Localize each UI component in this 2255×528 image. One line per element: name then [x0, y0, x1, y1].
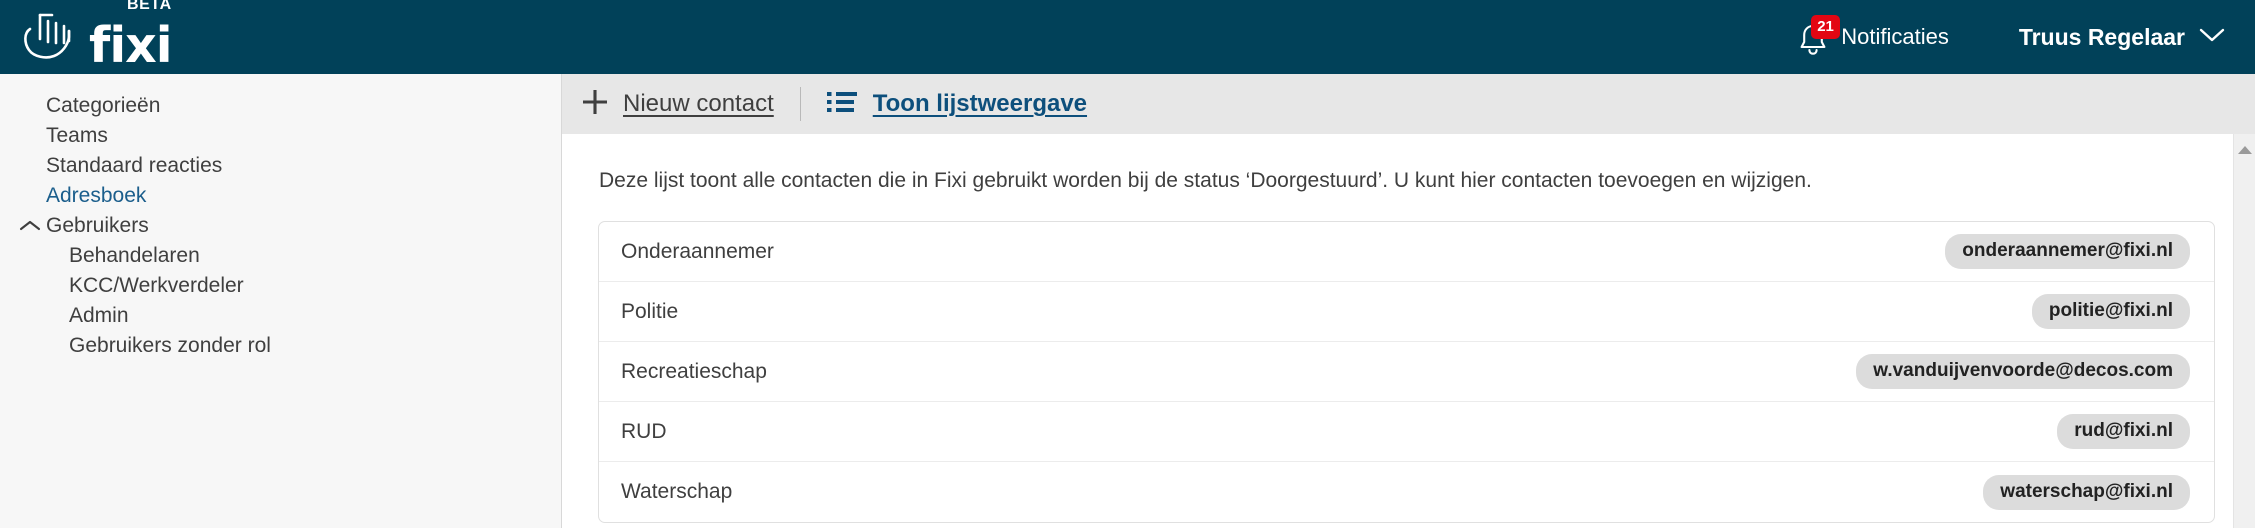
main-panel: Nieuw contact Toon lijstweergave Deze li… — [562, 74, 2255, 528]
toolbar-divider — [799, 87, 801, 121]
contact-email-badge: rud@fixi.nl — [2057, 414, 2190, 449]
content-toolbar: Nieuw contact Toon lijstweergave — [562, 74, 2255, 134]
sidebar-item-label: KCC/Werkverdeler — [69, 274, 244, 297]
brand-name: fixi — [89, 16, 173, 74]
list-view-icon — [826, 90, 857, 119]
chevron-up-icon[interactable] — [19, 214, 41, 238]
show-list-view-button[interactable]: Toon lijstweergave — [821, 74, 1093, 134]
sidebar-item-label: Gebruikers zonder rol — [69, 334, 271, 357]
page-description: Deze lijst toont alle contacten die in F… — [599, 169, 1812, 192]
contact-name: Politie — [621, 299, 679, 323]
notifications-label: Notificaties — [1841, 24, 1949, 49]
content-area: Deze lijst toont alle contacten die in F… — [562, 134, 2255, 528]
bell-icon: 21 — [1796, 15, 1840, 57]
hand-logo-icon — [18, 9, 80, 66]
sidebar-item-kcc-werkverdeler[interactable]: KCC/Werkverdeler — [0, 271, 561, 301]
contact-name: Recreatieschap — [621, 359, 767, 383]
contact-name: Onderaannemer — [621, 239, 774, 263]
sidebar-item-gebruikers-zonder-rol[interactable]: Gebruikers zonder rol — [0, 331, 561, 361]
sidebar-item-standaard-reacties[interactable]: Standaard reacties — [0, 151, 561, 181]
brand-logo[interactable]: BETA fixi — [18, 0, 173, 74]
chevron-down-icon — [2199, 27, 2225, 48]
contact-email-badge: waterschap@fixi.nl — [1983, 474, 2190, 510]
show-list-view-label: Toon lijstweergave — [872, 90, 1088, 117]
new-contact-label: Nieuw contact — [623, 90, 774, 117]
user-menu-button[interactable]: Truus Regelaar — [2019, 24, 2225, 51]
contact-list: Onderaannemer onderaannemer@fixi.nl Poli… — [598, 221, 2215, 523]
table-row[interactable]: Waterschap waterschap@fixi.nl — [599, 462, 2214, 522]
brand-wordmark: BETA fixi — [89, 0, 173, 74]
sidebar-item-label: Categorieën — [46, 94, 161, 117]
contact-email-badge: politie@fixi.nl — [2031, 294, 2190, 329]
notification-count-badge: 21 — [1811, 15, 1840, 39]
sidebar-nav: Categorieën Teams Standaard reacties Adr… — [0, 74, 562, 528]
body-container: Categorieën Teams Standaard reacties Adr… — [0, 74, 2255, 528]
notifications-button[interactable]: 21 Notificaties — [1790, 15, 1955, 57]
new-contact-button[interactable]: Nieuw contact — [574, 74, 780, 134]
contact-email-badge: w.vanduijvenvoorde@decos.com — [1856, 354, 2190, 389]
user-name: Truus Regelaar — [2018, 23, 2185, 50]
sidebar-item-behandelaren[interactable]: Behandelaren — [0, 241, 561, 271]
beta-tag: BETA — [127, 0, 172, 13]
sidebar-item-label: Standaard reacties — [46, 154, 223, 177]
sidebar-item-adresboek[interactable]: Adresboek — [0, 181, 561, 211]
sidebar-item-label: Behandelaren — [69, 244, 200, 267]
sidebar-item-label: Admin — [69, 304, 129, 327]
vertical-scrollbar[interactable] — [2233, 134, 2255, 528]
sidebar-item-teams[interactable]: Teams — [0, 121, 561, 151]
table-row[interactable]: Onderaannemer onderaannemer@fixi.nl — [599, 222, 2214, 282]
top-header-bar: BETA fixi 21 Notificaties Truus Regelaar — [0, 0, 2255, 74]
sidebar-item-admin[interactable]: Admin — [0, 301, 561, 331]
header-right-group: 21 Notificaties Truus Regelaar — [1790, 0, 2255, 74]
scroll-up-arrow-icon[interactable] — [2237, 142, 2253, 160]
table-row[interactable]: Recreatieschap w.vanduijvenvoorde@decos.… — [599, 342, 2214, 402]
table-row[interactable]: RUD rud@fixi.nl — [599, 402, 2214, 462]
sidebar-item-label: Teams — [46, 124, 108, 147]
plus-icon — [580, 87, 610, 122]
sidebar-item-gebruikers[interactable]: Gebruikers — [0, 211, 561, 241]
contact-name: Waterschap — [621, 480, 733, 503]
sidebar-item-categorieen[interactable]: Categorieën — [0, 91, 561, 121]
sidebar-item-label: Adresboek — [46, 184, 147, 207]
app-root: BETA fixi 21 Notificaties Truus Regelaar — [0, 0, 2255, 528]
table-row[interactable]: Politie politie@fixi.nl — [599, 282, 2214, 342]
contact-name: RUD — [621, 419, 667, 443]
sidebar-item-label: Gebruikers — [46, 214, 149, 237]
contact-email-badge: onderaannemer@fixi.nl — [1945, 234, 2190, 269]
